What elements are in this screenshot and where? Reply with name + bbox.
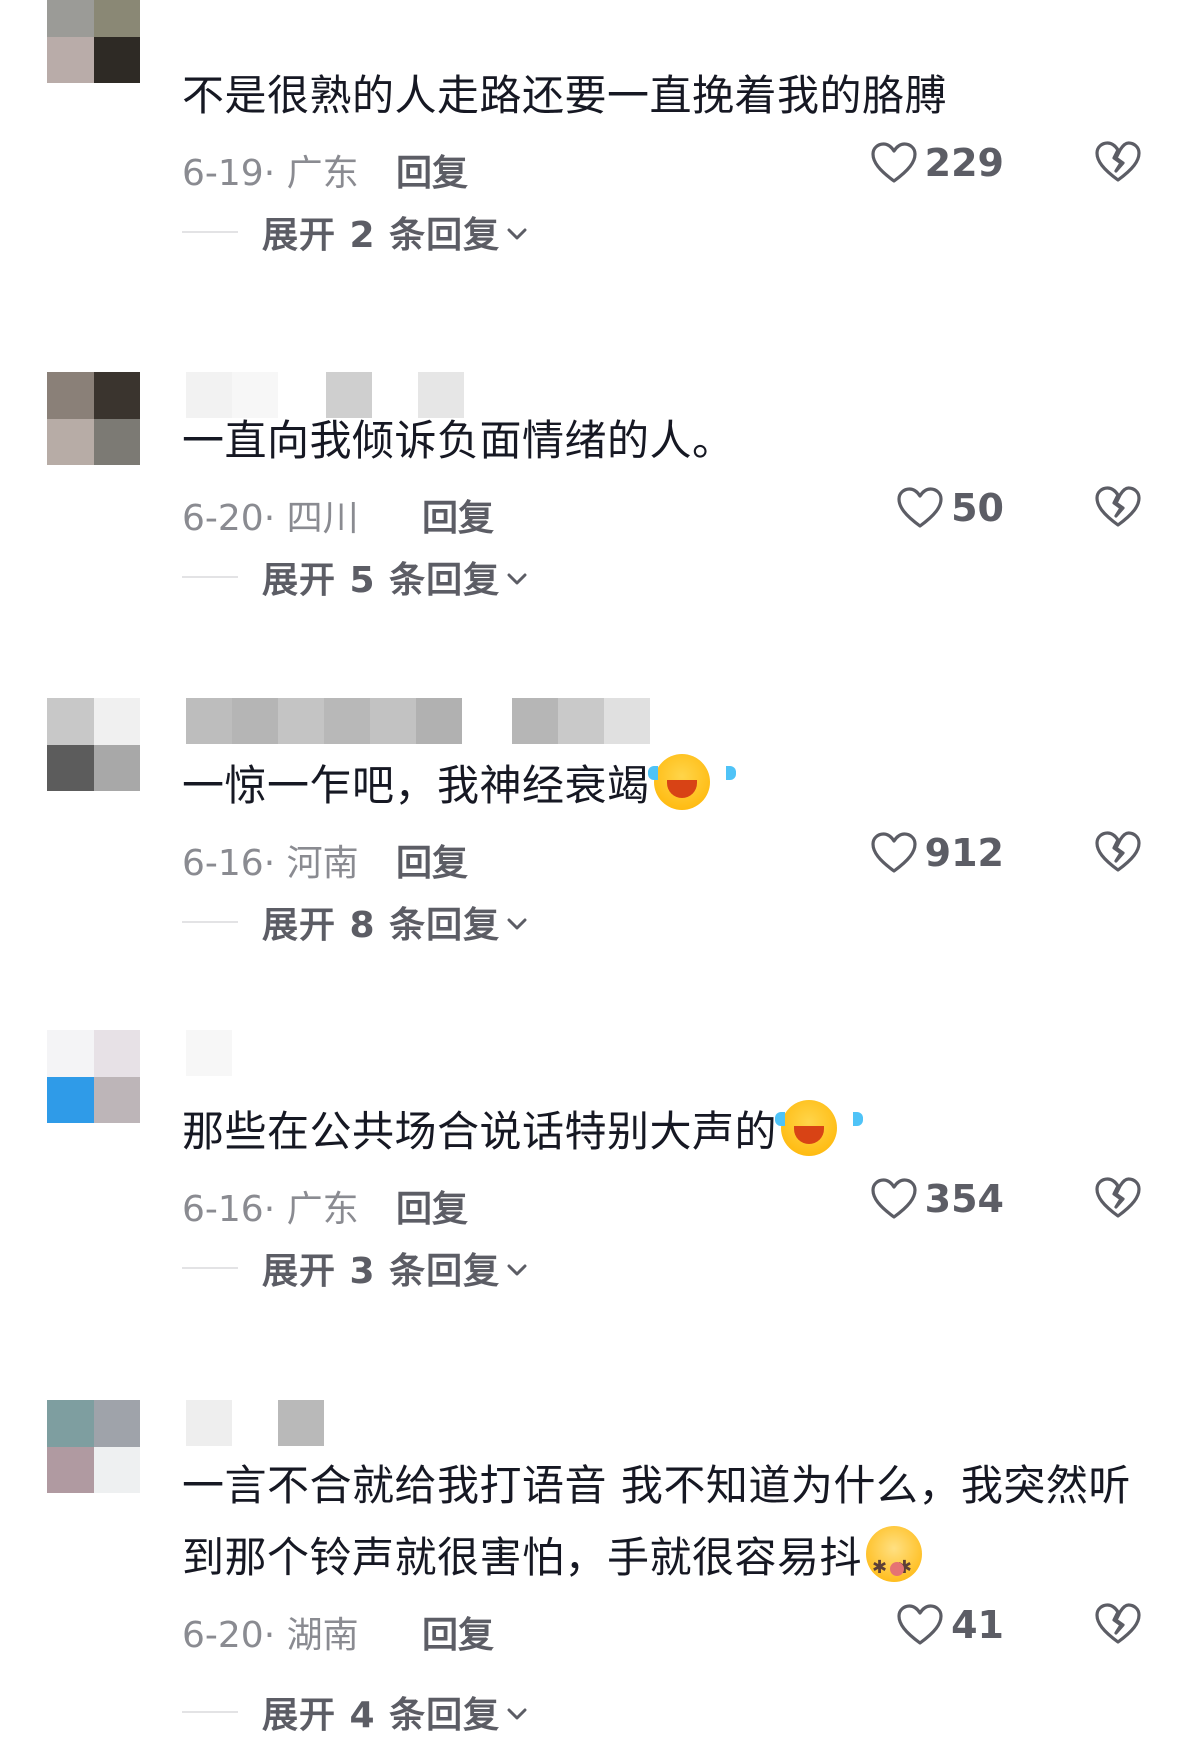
broken-heart-icon[interactable]: [1094, 138, 1142, 186]
like-count: 41: [951, 1603, 1004, 1647]
like-count: 229: [924, 141, 1004, 185]
dizzy-face-emoji: [866, 1526, 923, 1604]
avatar[interactable]: [47, 1400, 140, 1493]
laugh-cry-emoji: [647, 754, 736, 810]
heart-icon: [871, 832, 917, 873]
like-button[interactable]: 41: [897, 1600, 1004, 1650]
expand-replies-label: 展开 5 条回复: [262, 560, 501, 601]
reply-button[interactable]: 回复: [396, 144, 468, 196]
expand-replies-label: 展开 4 条回复: [262, 1695, 501, 1736]
like-button[interactable]: 912: [871, 828, 1004, 878]
comment-text: 一言不合就给我打语音 我不知道为什么，我突然听到那个铃声就很害怕，手就很容易抖: [182, 1450, 1142, 1604]
comment-item: 不是很熟的人走路还要一直挽着我的胳膊 6-19· 广东 回复 229 展开 2 …: [0, 0, 1178, 290]
comment-date-location: 6-16· 河南: [182, 843, 359, 884]
laugh-cry-emoji: [775, 1100, 864, 1156]
like-button[interactable]: 354: [871, 1174, 1004, 1224]
comment-date-location: 6-20· 湖南: [182, 1615, 359, 1656]
reply-button[interactable]: 回复: [396, 1180, 468, 1232]
expand-divider: [182, 1267, 238, 1269]
like-count: 912: [924, 831, 1004, 875]
comment-meta: 6-16· 广东 回复 354: [182, 1174, 1142, 1230]
expand-divider: [182, 921, 238, 923]
comment-text: 一惊一乍吧，我神经衰竭: [182, 750, 1132, 822]
avatar[interactable]: [47, 698, 140, 791]
heart-icon: [897, 1604, 943, 1645]
comment-date-location: 6-20· 四川: [182, 498, 359, 539]
expand-replies-button[interactable]: 展开 8 条回复: [182, 900, 530, 946]
chevron-down-icon: [507, 1708, 527, 1720]
chevron-down-icon: [507, 1264, 527, 1276]
expand-replies-label: 展开 3 条回复: [262, 1251, 501, 1292]
avatar[interactable]: [47, 1030, 140, 1123]
expand-divider: [182, 1711, 238, 1713]
avatar[interactable]: [47, 0, 140, 83]
expand-replies-button[interactable]: 展开 5 条回复: [182, 555, 530, 601]
comment-text: 那些在公共场合说话特别大声的: [182, 1096, 1132, 1168]
comment-meta: 6-20· 四川 回复 50: [182, 483, 1142, 539]
like-button[interactable]: 50: [897, 483, 1004, 533]
chevron-down-icon: [507, 228, 527, 240]
expand-replies-button[interactable]: 展开 4 条回复: [182, 1690, 530, 1736]
avatar[interactable]: [47, 372, 140, 465]
expand-replies-button[interactable]: 展开 3 条回复: [182, 1246, 530, 1292]
expand-replies-button[interactable]: 展开 2 条回复: [182, 210, 530, 256]
broken-heart-icon[interactable]: [1094, 1174, 1142, 1222]
chevron-down-icon: [507, 918, 527, 930]
expand-replies-label: 展开 8 条回复: [262, 905, 501, 946]
expand-divider: [182, 231, 238, 233]
chevron-down-icon: [507, 573, 527, 585]
comment-text: 不是很熟的人走路还要一直挽着我的胳膊: [182, 71, 948, 120]
expand-replies-label: 展开 2 条回复: [262, 215, 501, 256]
like-count: 50: [951, 486, 1004, 530]
comment-date-location: 6-16· 广东: [182, 1189, 359, 1230]
broken-heart-icon[interactable]: [1094, 1600, 1142, 1648]
comment-meta: 6-19· 广东 回复 229: [182, 138, 1142, 194]
comment-text: 一直向我倾诉负面情绪的人。: [182, 416, 735, 465]
reply-button[interactable]: 回复: [422, 1606, 494, 1658]
heart-icon: [897, 487, 943, 528]
reply-button[interactable]: 回复: [396, 834, 468, 886]
comment-meta: 6-16· 河南 回复 912: [182, 828, 1142, 884]
comment-date-location: 6-19· 广东: [182, 153, 359, 194]
expand-divider: [182, 576, 238, 578]
like-button[interactable]: 229: [871, 138, 1004, 188]
broken-heart-icon[interactable]: [1094, 828, 1142, 876]
like-count: 354: [924, 1177, 1004, 1221]
comment-meta: 6-20· 湖南 回复 41: [182, 1600, 1142, 1656]
broken-heart-icon[interactable]: [1094, 483, 1142, 531]
reply-button[interactable]: 回复: [422, 489, 494, 541]
heart-icon: [871, 1178, 917, 1219]
heart-icon: [871, 142, 917, 183]
